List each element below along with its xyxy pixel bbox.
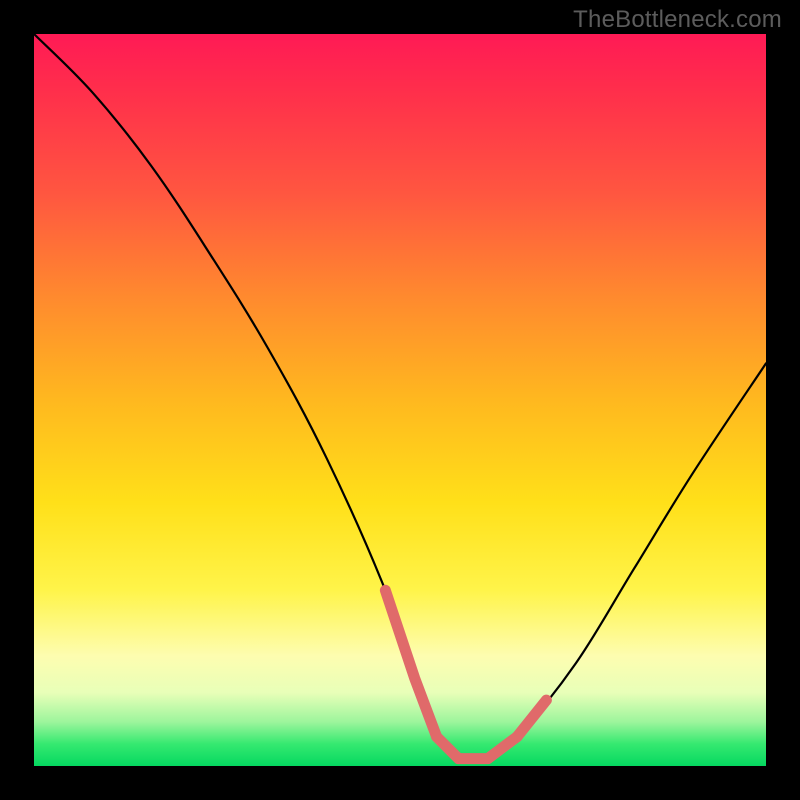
valley-highlight-seg (437, 737, 518, 759)
plot-area (34, 34, 766, 766)
valley-highlight-seg (517, 700, 546, 737)
bottleneck-curve-line (34, 34, 766, 762)
chart-frame: TheBottleneck.com (0, 0, 800, 800)
chart-svg (34, 34, 766, 766)
valley-highlight (385, 590, 546, 758)
watermark-text: TheBottleneck.com (573, 6, 782, 34)
valley-highlight-seg (385, 590, 436, 736)
